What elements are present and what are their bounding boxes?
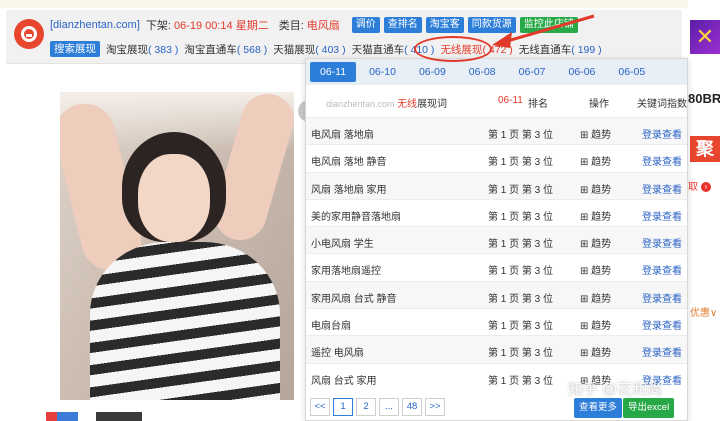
- table-row: 风扇 落地扇 家用第 1 页 第 3 位 ⊞ 趋势 登录查看: [306, 171, 687, 199]
- tab-taobao-ztc[interactable]: 淘宝直通车( 568 ): [184, 42, 267, 57]
- table-row: 家用落地扇遥控第 1 页 第 3 位 ⊞ 趋势 登录查看: [306, 253, 687, 280]
- login-view-link[interactable]: 登录查看: [642, 208, 682, 223]
- login-view-link[interactable]: 登录查看: [642, 153, 682, 168]
- login-view-link[interactable]: 登录查看: [642, 290, 682, 305]
- check-rank-button[interactable]: 查排名: [383, 17, 422, 33]
- column-header-operation: 操作: [589, 99, 609, 110]
- annotation-circle: [414, 36, 492, 62]
- wireless-keyword-popup: 06-11 06-10 06-09 06-08 06-07 06-06 06-0…: [305, 58, 688, 421]
- date-tab[interactable]: 06-09: [409, 62, 456, 82]
- trend-button[interactable]: ⊞ 趋势: [580, 181, 611, 196]
- plugin-logo-icon[interactable]: [14, 19, 44, 49]
- table-row: 家用风扇 台式 静音第 1 页 第 3 位 ⊞ 趋势 登录查看: [306, 280, 687, 309]
- login-view-link[interactable]: 登录查看: [642, 235, 682, 250]
- date-tab[interactable]: 06-05: [608, 62, 655, 82]
- pagination: << 1 2 ... 48 >>: [310, 398, 448, 416]
- page-button[interactable]: 1: [333, 398, 353, 416]
- login-view-link[interactable]: 登录查看: [642, 344, 682, 359]
- site-link[interactable]: [dianzhentan.com]: [50, 19, 140, 31]
- date-tab[interactable]: 06-11: [310, 62, 357, 82]
- export-excel-button[interactable]: 导出excel: [623, 398, 675, 418]
- date-tab[interactable]: 06-10: [359, 62, 406, 82]
- search-exposure-label[interactable]: 搜索展现: [50, 41, 100, 57]
- page-ellipsis: ...: [379, 398, 399, 416]
- image-striped-shirt: [90, 242, 280, 400]
- category-value[interactable]: 电风扇: [307, 17, 340, 33]
- trend-button[interactable]: ⊞ 趋势: [580, 290, 611, 305]
- offline-time: 06-19 00:14 星期二: [173, 20, 269, 32]
- zhihu-watermark: 知乎 @花和尚: [568, 381, 663, 398]
- image-face: [138, 154, 210, 242]
- taobaoke-button[interactable]: 淘宝客: [425, 17, 464, 33]
- column-header-keyword: dianzhentan.com 无线展现词: [326, 99, 448, 110]
- trend-button[interactable]: ⊞ 趋势: [580, 262, 611, 277]
- date-tab[interactable]: 06-06: [559, 62, 606, 82]
- category-label: 类目:: [278, 20, 304, 32]
- trend-button[interactable]: ⊞ 趋势: [580, 235, 611, 250]
- trend-button[interactable]: ⊞ 趋势: [580, 208, 611, 223]
- column-header-date: 06-11: [498, 95, 523, 106]
- table-row: 遥控 电风扇第 1 页 第 3 位 ⊞ 趋势 登录查看: [306, 335, 687, 363]
- login-view-link[interactable]: 登录查看: [642, 317, 682, 332]
- tab-tmall-exposure[interactable]: 天猫展现( 403 ): [273, 42, 345, 57]
- page-first-button[interactable]: <<: [310, 398, 330, 416]
- table-row: 电风扇 落地 静音第 1 页 第 3 位 ⊞ 趋势 登录查看: [306, 144, 687, 171]
- table-row: 小电风扇 学生第 1 页 第 3 位 ⊞ 趋势 登录查看: [306, 226, 687, 254]
- page-fragment-link[interactable]: 取 ›: [688, 178, 711, 193]
- adjust-price-button[interactable]: 调价: [351, 17, 380, 33]
- page-button[interactable]: 48: [402, 398, 422, 416]
- product-image[interactable]: [60, 92, 294, 400]
- page-right-edge: [688, 0, 720, 421]
- login-view-link[interactable]: 登录查看: [642, 126, 682, 141]
- column-header-index: 关键词指数: [637, 99, 687, 110]
- chevron-right-icon: ›: [700, 182, 711, 193]
- page-button[interactable]: 2: [356, 398, 376, 416]
- page-last-button[interactable]: >>: [425, 398, 445, 416]
- thumbnail[interactable]: [96, 412, 142, 421]
- tab-taobao-exposure[interactable]: 淘宝展现( 383 ): [106, 42, 178, 57]
- login-view-link[interactable]: 登录查看: [642, 262, 682, 277]
- trend-button[interactable]: ⊞ 趋势: [580, 344, 611, 359]
- keyword-table: 电风扇 落地扇第 1 页 第 3 位 ⊞ 趋势 登录查看 电风扇 落地 静音第 1 …: [306, 117, 687, 390]
- top-strip: [0, 0, 720, 8]
- thumbnail[interactable]: [46, 412, 78, 421]
- date-tab[interactable]: 06-08: [459, 62, 506, 82]
- brand-logo[interactable]: ✕: [690, 20, 720, 54]
- page-fragment-badge: 聚: [690, 136, 720, 162]
- offline-label: 下架:: [145, 20, 171, 32]
- column-header-rank: 排名: [528, 99, 548, 110]
- table-row: 美的家用静音落地扇第 1 页 第 3 位 ⊞ 趋势 登录查看: [306, 198, 687, 226]
- table-row: 电风扇 落地扇第 1 页 第 3 位 ⊞ 趋势 登录查看: [306, 117, 687, 145]
- date-tabs: 06-11 06-10 06-09 06-08 06-07 06-06 06-0…: [306, 59, 687, 85]
- login-view-link[interactable]: 登录查看: [642, 181, 682, 196]
- page-fragment-text: 80BR: [688, 91, 720, 106]
- annotation-arrow-icon: [492, 14, 595, 48]
- view-more-button[interactable]: 查看更多: [574, 398, 623, 418]
- date-tab[interactable]: 06-07: [509, 62, 556, 82]
- trend-button[interactable]: ⊞ 趋势: [580, 126, 611, 141]
- page-fragment-coupon[interactable]: 优惠∨: [690, 304, 717, 319]
- trend-button[interactable]: ⊞ 趋势: [580, 153, 611, 168]
- table-row: 电扇台扇第 1 页 第 3 位 ⊞ 趋势 登录查看: [306, 308, 687, 335]
- trend-button[interactable]: ⊞ 趋势: [580, 317, 611, 332]
